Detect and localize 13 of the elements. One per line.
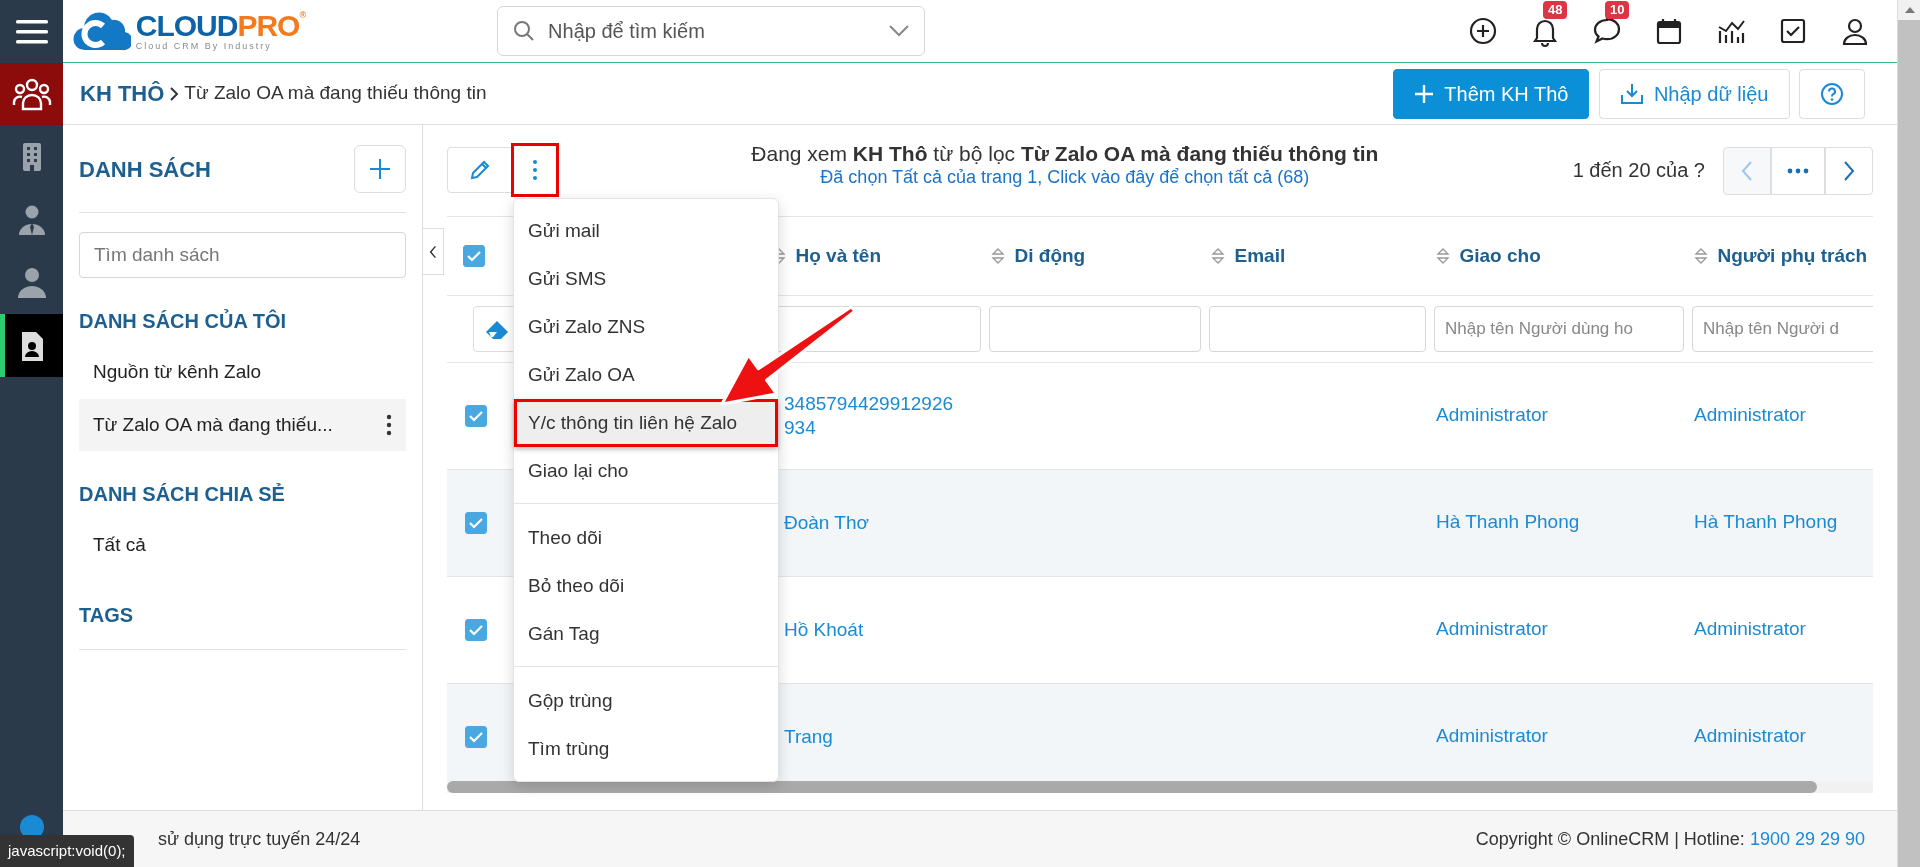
footer-text: sử dụng trực tuyến 24/24 bbox=[158, 827, 361, 851]
copyright-text: Copyright © OnlineCRM | Hotline: 1900 29 29 90 bbox=[1475, 827, 1865, 851]
page-range: 1 đến 20 của ? bbox=[1572, 158, 1705, 183]
count-badge: 10 bbox=[1605, 1, 1630, 19]
link-tooltip: javascript:void(0); bbox=[0, 834, 134, 867]
section-heading: DANH SÁCH CHIA SẺ bbox=[79, 482, 286, 507]
section-title: DANH SÁCH bbox=[79, 155, 211, 184]
section-heading: TAGS bbox=[79, 602, 135, 628]
section-heading: DANH SÁCH CỦA TÔI bbox=[79, 308, 288, 334]
breadcrumb-current: Từ Zalo OA mà đang thiếu thông tin bbox=[184, 81, 487, 106]
logo-text: CLOUDPRO® Cloud CRM By Industry bbox=[135, 11, 306, 51]
view-title: Đang xem KH Thô từ bộ lọc Từ Zalo OA mà đang thiếu thông tin bbox=[750, 141, 1380, 167]
count-badge: 48 bbox=[1543, 1, 1568, 19]
